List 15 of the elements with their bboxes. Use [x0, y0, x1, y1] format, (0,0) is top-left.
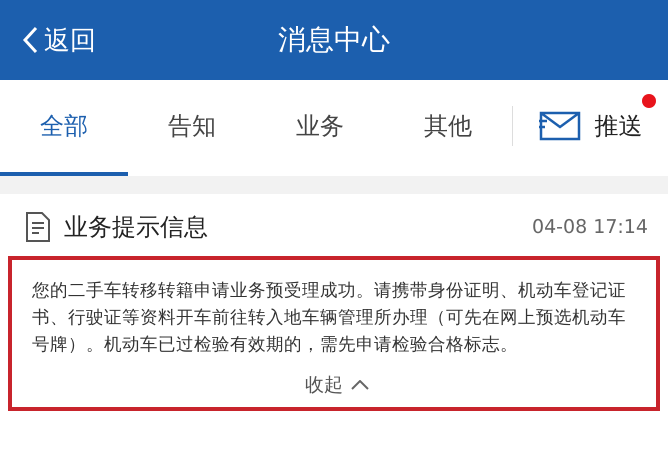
collapse-button[interactable]: 收起 — [299, 371, 375, 399]
message-time: 04-08 17:14 — [532, 216, 648, 238]
back-icon — [22, 26, 38, 54]
envelope-icon — [538, 111, 582, 141]
page-title: 消息中心 — [278, 23, 390, 56]
back-button[interactable]: 返回 — [0, 22, 96, 58]
message-text: 您的二手车转移转籍申请业务预受理成功。请携带身份证明、机动车登记证书、行驶证等资料开车前往转入地车辆管理所办理（可先在网上预选机动车号牌）。机动车已过检验有效期的，需先申请检验合格标志。 — [32, 280, 627, 357]
message-title: 业务提示信息 — [64, 212, 209, 243]
tab[interactable]: 全部 — [0, 80, 128, 176]
tab[interactable]: 其他 — [384, 80, 512, 176]
tab[interactable]: 业务 — [256, 80, 384, 176]
tab[interactable]: 告知 — [128, 80, 256, 176]
document-icon — [24, 211, 52, 243]
push-button[interactable]: 推送 — [513, 80, 668, 176]
caret-icon — [351, 380, 369, 390]
